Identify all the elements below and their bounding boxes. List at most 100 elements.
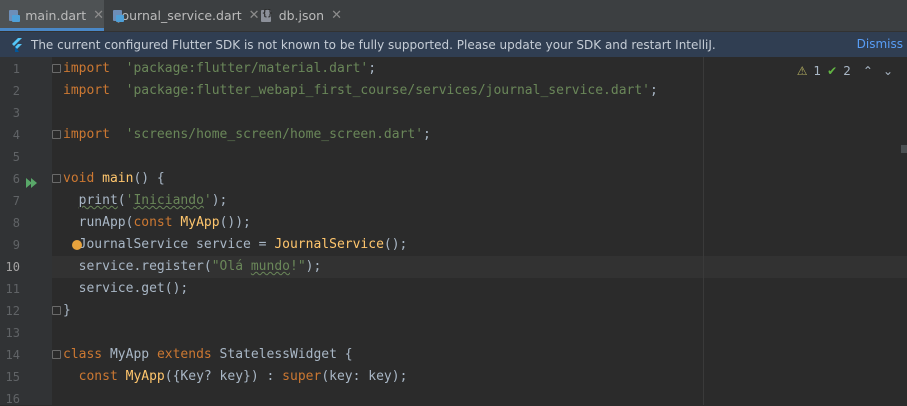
code-line[interactable]: const MyApp({Key? key}) : super(key: key… <box>63 366 408 388</box>
line-number: 15 <box>5 370 20 384</box>
line-number: 9 <box>12 238 20 252</box>
code-line[interactable]: class MyApp extends StatelessWidget { <box>63 344 353 366</box>
code-token: (key: key); <box>321 369 408 384</box>
code-line[interactable]: void main() { <box>63 168 165 190</box>
code-line[interactable]: } <box>63 300 71 322</box>
code-token: MyApp <box>125 369 165 384</box>
inspection-widget[interactable]: ⚠ 1 ✔ 2 ⌃ ⌄ <box>797 64 893 78</box>
code-token: ' <box>203 193 212 208</box>
code-token: ( <box>117 193 126 208</box>
code-token: 'package:flutter_webapi_first_course/ser… <box>125 83 651 98</box>
fold-marker-icon[interactable] <box>52 64 61 73</box>
code-line[interactable]: import 'screens/home_screen/home_screen.… <box>63 124 431 146</box>
code-token: import <box>63 61 110 76</box>
code-token: MyApp <box>180 215 220 230</box>
tab-journal-service-dart[interactable]: journal_service.dart ✕ <box>104 0 260 31</box>
code-line[interactable]: service.register("Olá mundo!"); <box>63 256 322 278</box>
line-number: 2 <box>12 84 20 98</box>
scrollbar-marker[interactable] <box>901 145 907 153</box>
tab-db-json[interactable]: db.json ✕ <box>252 0 342 31</box>
close-icon[interactable]: ✕ <box>93 8 104 23</box>
line-number: 8 <box>12 216 20 230</box>
code-token: void <box>63 171 95 186</box>
code-token: () { <box>133 171 165 186</box>
code-line[interactable]: import 'package:flutter_webapi_first_cou… <box>63 80 658 102</box>
line-number: 7 <box>12 194 20 208</box>
code-token: super <box>282 369 322 384</box>
code-token: ; <box>423 127 431 142</box>
fold-marker-icon[interactable] <box>52 350 61 359</box>
chevron-up-icon[interactable]: ⌃ <box>863 64 873 78</box>
code-token: const <box>133 215 173 230</box>
close-icon[interactable]: ✕ <box>331 8 342 23</box>
code-token: JournalService <box>274 237 384 252</box>
tab-label: main.dart <box>25 8 87 23</box>
code-token: const <box>78 369 118 384</box>
code-token: ); <box>305 259 322 274</box>
warning-icon: ⚠ <box>796 64 808 78</box>
code-token: ({Key? key}) : <box>164 369 283 384</box>
chevron-down-icon[interactable]: ⌄ <box>883 64 893 78</box>
code-token: mundo <box>250 259 290 274</box>
code-token: service.register( <box>63 259 212 274</box>
tab-label: db.json <box>278 8 325 23</box>
dart-file-icon <box>8 9 21 22</box>
line-number: 16 <box>5 392 20 406</box>
code-token: (); <box>383 237 408 252</box>
code-token: class <box>63 347 103 362</box>
tab-main-dart[interactable]: main.dart ✕ <box>0 0 104 31</box>
lightbulb-icon[interactable] <box>72 240 82 250</box>
code-token: import <box>63 127 110 142</box>
code-token: import <box>63 83 110 98</box>
sdk-warning-banner: The current configured Flutter SDK is no… <box>0 32 907 57</box>
json-file-icon <box>260 9 273 22</box>
code-token: 'package:flutter/material.dart' <box>125 61 369 76</box>
code-token: !" <box>290 259 306 274</box>
code-token: runApp( <box>63 215 134 230</box>
line-number: 3 <box>12 106 20 120</box>
editor-tab-bar: main.dart ✕ journal_service.dart ✕ db.js… <box>0 0 907 32</box>
code-line[interactable]: JournalService service = JournalService(… <box>63 234 408 256</box>
line-number: 12 <box>5 304 20 318</box>
line-number: 13 <box>5 326 20 340</box>
code-token: } <box>63 303 71 318</box>
line-number: 14 <box>5 348 20 362</box>
dismiss-link[interactable]: Dismiss <box>857 37 903 51</box>
code-editor[interactable]: 1 import 'package:flutter/material.dart';… <box>0 57 907 406</box>
banner-message: The current configured Flutter SDK is no… <box>31 37 716 52</box>
right-margin-guide <box>703 57 704 405</box>
code-line[interactable]: runApp(const MyApp()); <box>63 212 251 234</box>
fold-marker-icon[interactable] <box>52 130 61 139</box>
tab-label: journal_service.dart <box>118 8 242 23</box>
line-number: 11 <box>5 282 20 296</box>
code-token: Iniciando <box>133 193 204 208</box>
check-icon: ✔ <box>827 64 838 78</box>
fold-marker-icon[interactable] <box>52 306 61 315</box>
warning-count: 1 <box>813 64 822 78</box>
line-number: 6 <box>12 172 20 186</box>
code-token: StatelessWidget { <box>211 347 353 362</box>
code-line[interactable]: print('Iniciando'); <box>63 190 228 212</box>
fold-marker-icon[interactable] <box>52 174 61 183</box>
ok-count: 2 <box>843 64 851 78</box>
line-number: 5 <box>12 150 20 164</box>
code-token: print <box>78 193 118 208</box>
code-token: MyApp <box>102 347 157 362</box>
run-icon[interactable] <box>26 173 38 192</box>
code-line[interactable]: service.get(); <box>63 278 189 300</box>
code-token: service.get(); <box>63 281 189 296</box>
code-line[interactable]: import 'package:flutter/material.dart'; <box>63 58 376 80</box>
code-token: JournalService service = <box>63 237 275 252</box>
code-token: "Olá <box>211 259 251 274</box>
flutter-icon <box>11 37 23 52</box>
code-token: ()); <box>219 215 251 230</box>
code-token: main <box>102 171 134 186</box>
code-token: 'screens/home_screen/home_screen.dart' <box>125 127 424 142</box>
